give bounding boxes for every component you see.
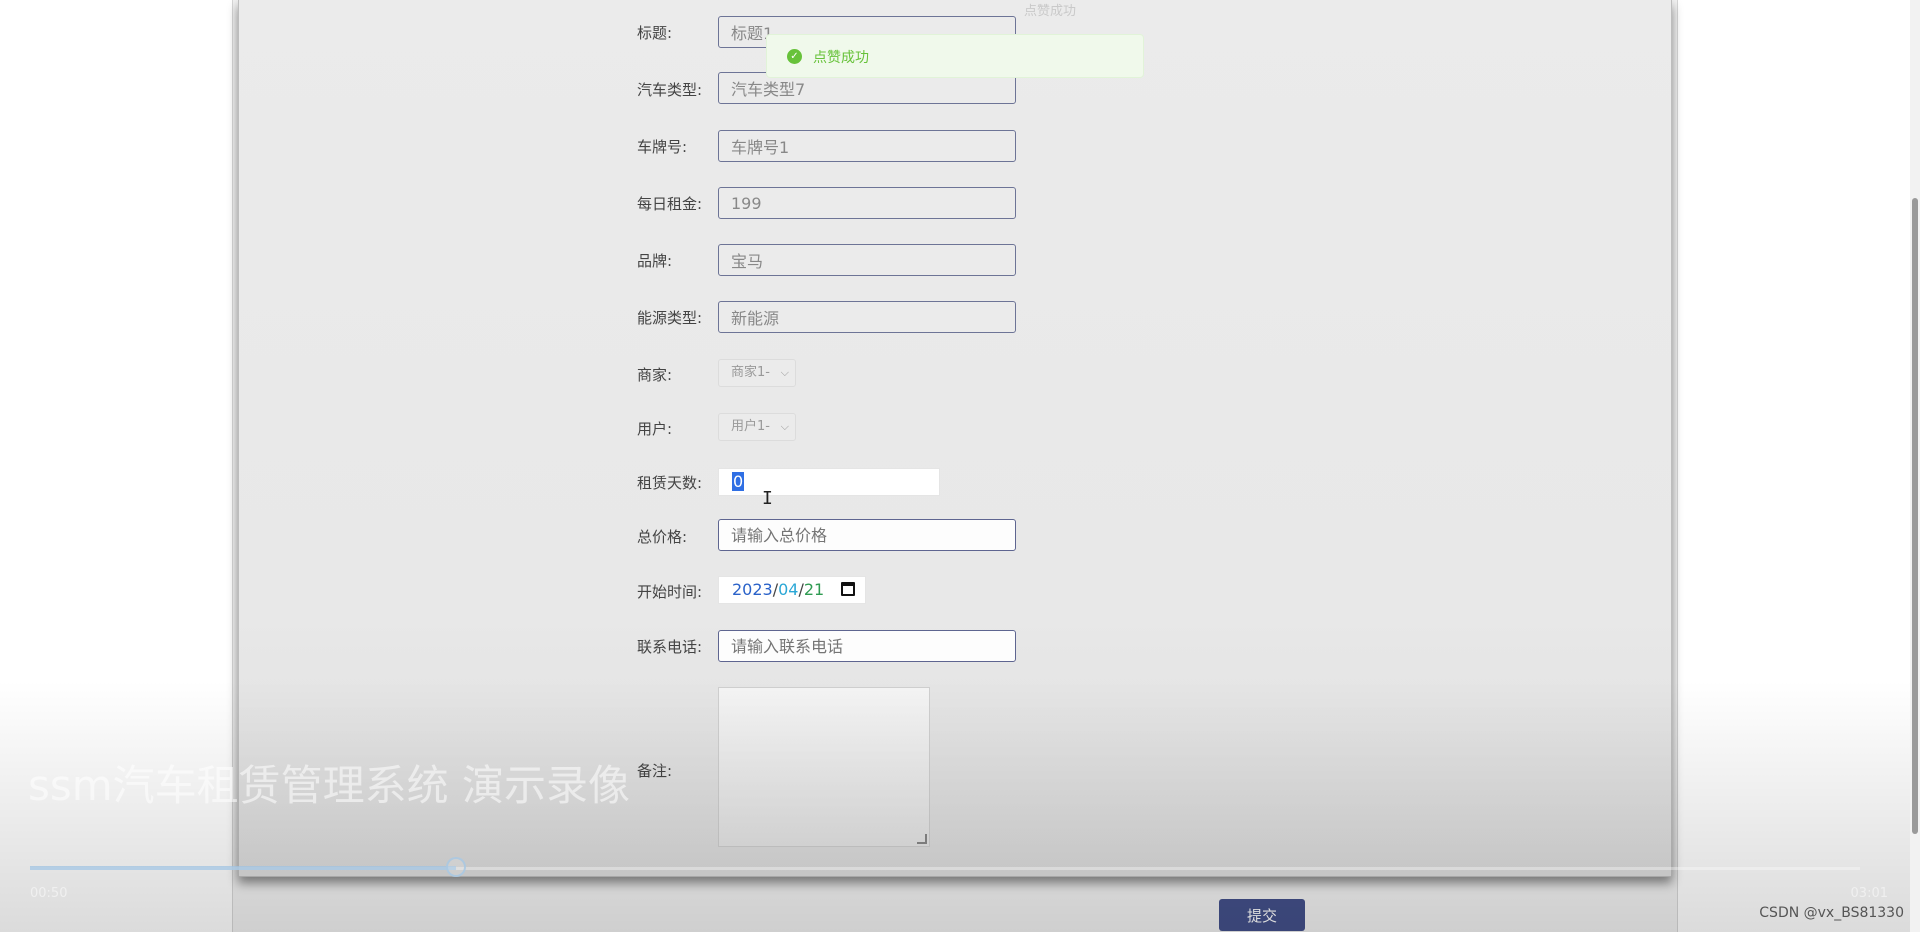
video-current-time: 00:50 [30,886,68,901]
resize-handle-icon[interactable] [917,834,927,844]
video-progress-played [30,866,456,870]
brand-label: 品牌: [637,252,673,270]
merchant-select[interactable]: 商家1- ⌵ [718,359,796,387]
submit-button[interactable]: 提交 [1219,899,1305,931]
days-label: 租赁天数: [637,474,703,492]
car-type-label: 汽车类型: [637,81,703,99]
remark-label: 备注: [637,762,673,780]
remark-textarea[interactable] [718,687,930,847]
video-progress-knob[interactable] [446,857,466,877]
success-toast: ✓ 点赞成功 [766,34,1144,78]
total-price-field[interactable] [718,519,1016,551]
plate-label: 车牌号: [637,138,688,156]
chevron-down-icon: ⌵ [780,366,789,379]
phone-label: 联系电话: [637,638,703,656]
toast-message: 点赞成功 [813,50,869,66]
energy-label: 能源类型: [637,309,703,327]
plate-field[interactable] [718,130,1016,162]
check-circle-icon: ✓ [787,49,802,64]
rental-form-modal: 点赞成功 标题: 汽车类型: 车牌号: 每日租金: 品牌: 能源类型: 商家: … [238,0,1672,877]
phone-field[interactable] [718,630,1016,662]
days-input[interactable]: 0 [718,468,940,496]
days-value: 0 [732,472,745,491]
date-month: 04 [778,580,799,599]
merchant-label: 商家: [637,366,673,384]
toast-ghost-text: 点赞成功 [1024,4,1077,19]
user-select-value: 用户1- [731,419,770,434]
daily-rent-label: 每日租金: [637,195,703,213]
watermark: CSDN @vx_BS81330 [1759,905,1904,921]
video-total-time: 03:01 [1850,886,1888,901]
daily-rent-field[interactable] [718,187,1016,219]
brand-field[interactable] [718,244,1016,276]
chevron-down-icon: ⌵ [780,420,789,433]
merchant-select-value: 商家1- [731,365,770,380]
calendar-icon[interactable] [841,582,855,596]
start-time-label: 开始时间: [637,583,703,601]
scrollbar-thumb[interactable] [1912,198,1918,834]
date-year: 2023 [732,580,773,599]
title-label: 标题: [637,24,673,42]
user-select[interactable]: 用户1- ⌵ [718,413,796,441]
user-label: 用户: [637,420,673,438]
date-day: 21 [803,580,825,599]
text-cursor-icon: I [762,488,773,509]
energy-field[interactable] [718,301,1016,333]
total-price-label: 总价格: [637,528,688,546]
video-title: ssm汽车租赁管理系统 演示录像 [28,761,631,810]
start-time-date-input[interactable]: 2023/04/21 [718,576,866,604]
